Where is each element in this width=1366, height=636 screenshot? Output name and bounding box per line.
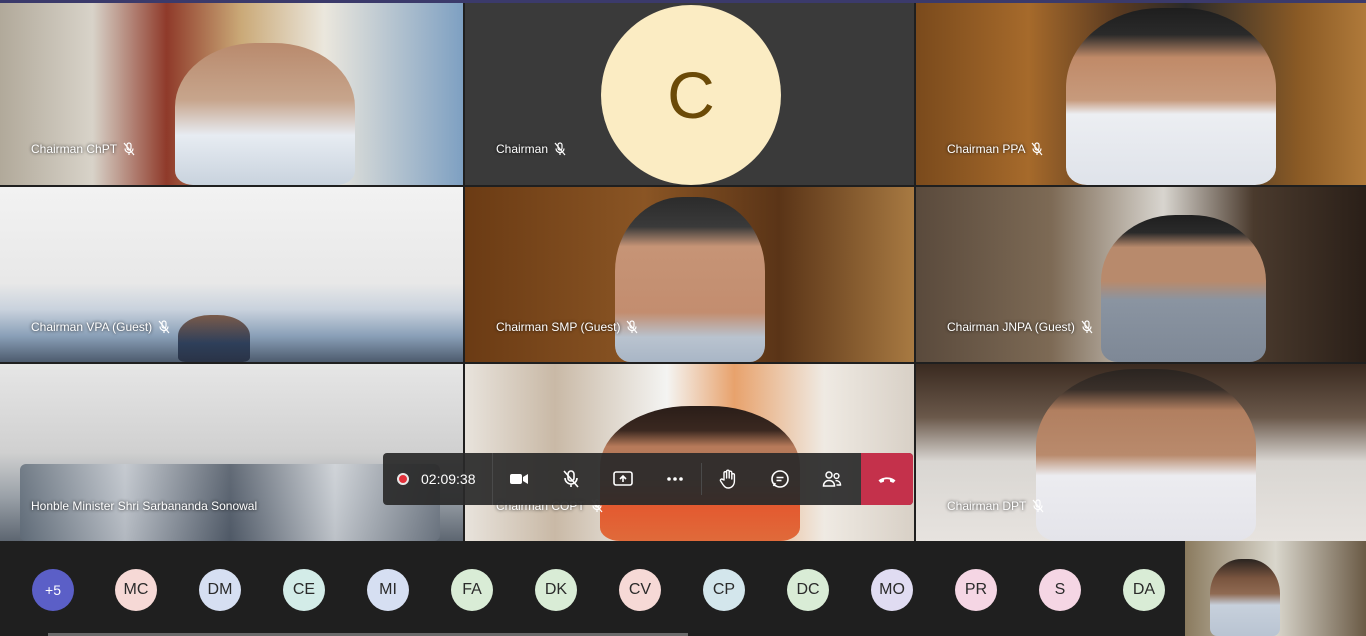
participant-name: Chairman DPT [947,499,1027,513]
participant-video [1210,559,1280,636]
participant-video [1101,215,1266,362]
video-tile[interactable]: Chairman JNPA (Guest) [916,187,1366,362]
participant-video [175,43,355,185]
participants-icon [822,471,841,487]
participant-name: Chairman VPA (Guest) [31,320,153,334]
self-view-video[interactable] [1185,541,1366,636]
chat-button[interactable] [754,453,806,505]
avatar: C [601,5,781,185]
mic-off-icon [1032,499,1044,513]
participant-name: Chairman SMP (Guest) [496,320,621,334]
hang-up-icon [878,477,896,483]
participant-avatar[interactable]: MI [367,569,409,611]
tile-label: Chairman SMP (Guest) [496,320,638,334]
participant-avatar[interactable]: DC [787,569,829,611]
participant-avatar[interactable]: PR [955,569,997,611]
mic-button[interactable] [545,453,597,505]
video-tile[interactable]: Chairman PPA [916,3,1366,185]
tile-label: Chairman [496,142,566,156]
tile-label: Chairman PPA [947,142,1043,156]
participant-avatar[interactable]: DM [199,569,241,611]
mic-off-icon [554,142,566,156]
record-icon [397,473,409,485]
mic-off-icon [123,142,135,156]
tile-label: Chairman ChPT [31,142,135,156]
mic-off-icon [158,320,170,334]
recording-time: 02:09:38 [421,471,476,487]
share-screen-icon [612,471,633,486]
video-tile[interactable]: Chairman ChPT [0,3,463,185]
share-screen-button[interactable] [597,453,649,505]
participant-name: Chairman PPA [947,142,1026,156]
participant-name: Honble Minister Shri Sarbananda Sonowal [31,499,258,513]
hang-up-button[interactable] [861,453,913,505]
participant-video [1066,8,1276,185]
participant-name: Chairman [496,142,549,156]
participant-roster: +5 MC DM CE MI FA DK CV CP DC MO PR S DA [0,541,1366,636]
raise-hand-button[interactable] [702,453,754,505]
participant-avatar[interactable]: DA [1123,569,1165,611]
participant-name: Chairman JNPA (Guest) [947,320,1075,334]
more-participants-button[interactable]: +5 [32,569,74,611]
mic-off-icon [627,320,638,334]
participant-avatar[interactable]: CE [283,569,325,611]
participant-avatar[interactable]: DK [535,569,577,611]
mic-off-icon [1081,320,1093,334]
participant-video [178,315,250,362]
participants-button[interactable] [806,453,858,505]
participant-avatar[interactable]: CP [703,569,745,611]
participant-avatar[interactable]: MC [115,569,157,611]
video-tile[interactable]: Chairman VPA (Guest) [0,187,463,362]
tile-label: Honble Minister Shri Sarbananda Sonowal [31,499,257,513]
call-toolbar: 02:09:38 [383,453,913,505]
participant-avatar[interactable]: CV [619,569,661,611]
mic-off-icon [562,470,579,488]
more-options-button[interactable] [649,453,701,505]
raise-hand-icon [719,469,735,489]
tile-label: Chairman JNPA (Guest) [947,320,1093,334]
more-options-icon [666,477,683,481]
participant-video [1036,369,1256,541]
recording-indicator: 02:09:38 [383,453,493,505]
participant-video [615,197,765,362]
chat-icon [770,470,789,488]
tile-label: Chairman VPA (Guest) [31,320,170,334]
participant-avatar[interactable]: FA [451,569,493,611]
tile-label: Chairman DPT [947,499,1044,513]
camera-icon [509,474,528,484]
video-tile[interactable]: Chairman DPT [916,364,1366,541]
participant-avatar[interactable]: MO [871,569,913,611]
video-tile[interactable]: Chairman SMP (Guest) [465,187,914,362]
video-tile[interactable]: C Chairman [465,3,914,185]
participant-avatar[interactable]: S [1039,569,1081,611]
mic-off-icon [1032,142,1043,156]
camera-button[interactable] [493,453,545,505]
participant-name: Chairman ChPT [31,142,118,156]
